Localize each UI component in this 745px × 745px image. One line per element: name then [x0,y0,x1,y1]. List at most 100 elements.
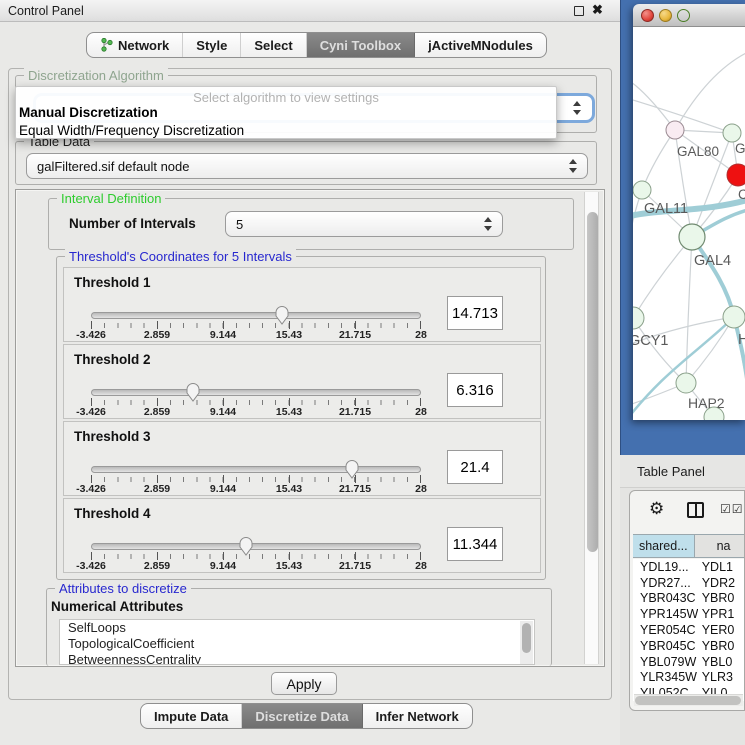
dropdown-option-equal-width[interactable]: Equal Width/Frequency Discretization [16,122,556,140]
minimize-window-icon[interactable] [659,9,672,22]
slider-track[interactable] [91,543,421,550]
node-gal80[interactable] [666,121,684,139]
desktop-background: GAL80 GA C GAL11 GAL4 GCY1 H HAP2 [620,0,745,455]
scrollbar-thumb[interactable] [587,212,598,552]
cell[interactable]: YPR145W [633,607,698,621]
node-red[interactable] [727,164,745,186]
cell[interactable]: YDR27... [633,576,698,590]
panel-title: Control Panel [8,4,84,18]
gear-icon[interactable]: ⚙ [649,499,664,519]
tick-label: 15.43 [276,406,302,418]
float-panel-icon[interactable] [574,6,584,16]
thresholds-group: Threshold's Coordinates for 5 Intervals … [56,256,546,580]
cell[interactable]: YBR0 [698,591,745,605]
zoom-window-icon[interactable] [677,9,690,22]
cell[interactable]: YER0 [698,623,745,637]
table-row[interactable]: YBL079WYBL0 [633,654,745,670]
table-row[interactable]: YDL19...YDL1 [633,559,745,575]
cell[interactable]: YDR2 [698,576,745,590]
table-data-combobox[interactable]: galFiltered.sif default node [26,153,588,179]
table-row[interactable]: YPR145WYPR1 [633,606,745,622]
algorithm-settings-panel: Interval Definition Number of Intervals … [15,189,605,667]
number-of-intervals-value: 5 [226,217,484,232]
list-item[interactable]: SelfLoops [60,620,534,636]
slider-track[interactable] [91,466,421,473]
spinner-arrows-icon [484,217,493,231]
node-h[interactable] [723,306,745,328]
table-row[interactable]: YLR345WYLR3 [633,670,745,686]
cell[interactable]: YLR345W [633,670,698,684]
tick-label: 15.43 [276,560,302,572]
threshold-3-value-field[interactable]: 21.4 [447,450,503,484]
interval-definition-group: Interval Definition Number of Intervals … [48,198,574,250]
cell[interactable]: YLR3 [698,670,745,684]
threshold-4-panel: Threshold 4 -3.426 2.859 9.144 15.43 [63,498,541,573]
tick-label: 9.144 [210,329,236,341]
table-data-value: galFiltered.sif default node [27,159,569,174]
number-of-intervals-spinner[interactable]: 5 [225,211,503,237]
tab-infer-network[interactable]: Infer Network [363,704,472,728]
threshold-2-slider[interactable] [91,386,421,398]
threshold-2-value-field[interactable]: 6.316 [447,373,503,407]
column-header-shared-name[interactable]: shared... [633,535,695,557]
threshold-4-slider[interactable] [91,540,421,552]
list-item[interactable]: TopologicalCoefficient [60,636,534,652]
node-gcy1[interactable] [633,307,644,329]
threshold-4-value-field[interactable]: 11.344 [447,527,503,561]
tab-style[interactable]: Style [183,33,241,57]
node-gal11[interactable] [633,181,651,199]
network-canvas[interactable]: GAL80 GA C GAL11 GAL4 GCY1 H HAP2 [633,27,745,420]
cell[interactable]: YBR043C [633,591,698,605]
table-row[interactable]: YER054CYER0 [633,622,745,638]
select-columns-icons[interactable]: ☑☑ [720,502,744,516]
threshold-1-slider[interactable] [91,309,421,321]
node-hap2[interactable] [676,373,696,393]
cell[interactable]: YBL079W [633,655,698,669]
tab-jactivemnodules[interactable]: jActiveMNodules [415,33,546,57]
tick-label: 28 [415,406,427,418]
table-row[interactable]: YBR045CYBR0 [633,638,745,654]
dropdown-option-manual[interactable]: Manual Discretization [16,104,556,122]
close-panel-icon[interactable]: ✖ [592,2,603,18]
columns-icon[interactable] [687,502,704,518]
node-gal4[interactable] [679,224,705,250]
numerical-attributes-list[interactable]: SelfLoops TopologicalCoefficient Between… [59,619,535,665]
node-ga[interactable] [723,124,741,142]
tab-discretize-data[interactable]: Discretize Data [242,704,362,728]
list-item[interactable]: BetweennessCentrality [60,652,534,665]
tab-cyni-toolbox[interactable]: Cyni Toolbox [307,33,415,57]
tab-network[interactable]: Network [87,33,183,57]
table-horizontal-scrollbar[interactable] [634,694,743,706]
close-window-icon[interactable] [641,9,654,22]
tick-label: 21.715 [339,560,371,572]
cell[interactable]: YBR0 [698,639,745,653]
column-header-name[interactable]: na [695,535,745,557]
list-scrollbar[interactable] [520,621,533,665]
cell[interactable]: YER054C [633,623,698,637]
tab-impute-data[interactable]: Impute Data [141,704,242,728]
numerical-attributes-label: Numerical Attributes [51,599,183,614]
table-data-group: Table Data galFiltered.sif default node [15,141,597,185]
table-row[interactable]: YBR043CYBR0 [633,591,745,607]
tick-label: -3.426 [76,406,106,418]
threshold-1-label: Threshold 1 [74,275,151,290]
slider-track[interactable] [91,389,421,396]
cell[interactable]: YPR1 [698,607,745,621]
slider-track[interactable] [91,312,421,319]
table-row[interactable]: YDR27...YDR2 [633,575,745,591]
tab-network-label: Network [118,38,169,53]
slider-tick-labels: -3.426 2.859 9.144 15.43 21.715 28 [91,483,421,495]
threshold-3-panel: Threshold 3 -3.426 2.859 9.144 15.43 [63,421,541,496]
table-toolbar: ⚙ ☑☑ [630,491,745,529]
cell[interactable]: YBR045C [633,639,698,653]
apply-button[interactable]: Apply [271,672,337,695]
settings-scrollbar[interactable] [584,192,599,664]
threshold-3-label: Threshold 3 [74,429,151,444]
tab-select[interactable]: Select [241,33,306,57]
threshold-3-slider[interactable] [91,463,421,475]
threshold-1-value-field[interactable]: 14.713 [447,296,503,330]
scrollbar-thumb[interactable] [635,696,741,705]
cell[interactable]: YDL1 [698,560,745,574]
cell[interactable]: YBL0 [698,655,745,669]
cell[interactable]: YDL19... [633,560,698,574]
